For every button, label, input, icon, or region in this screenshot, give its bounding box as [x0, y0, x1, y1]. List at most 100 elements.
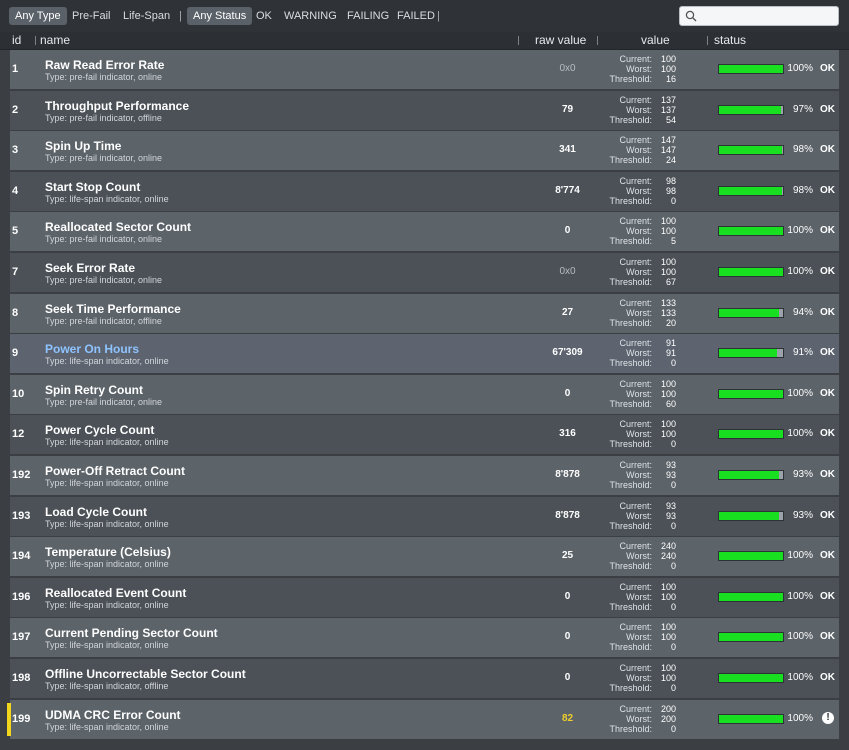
attribute-name: Power On Hours [45, 342, 140, 357]
threshold-label: Threshold: [609, 195, 652, 206]
filter-failed-button[interactable]: FAILED [391, 7, 441, 25]
health-bar [718, 388, 784, 399]
health-bar [718, 104, 784, 115]
table-row[interactable]: 193 Load Cycle Count Type: life-span indic… [10, 496, 839, 536]
attribute-name: Reallocated Event Count [45, 585, 187, 600]
health-percent: 100% [787, 712, 813, 724]
health-bar-fill [719, 511, 779, 520]
worst-value: 100 [660, 673, 676, 683]
threshold-label: Threshold: [609, 561, 652, 572]
column-divider[interactable] [707, 36, 708, 45]
filter-failing-button[interactable]: FAILING [341, 7, 395, 25]
current-value: 91 [665, 338, 676, 349]
attribute-name: Power-Off Retract Count [45, 464, 186, 478]
search-input[interactable] [700, 7, 832, 25]
threshold-label: Threshold: [609, 155, 652, 166]
table-row[interactable]: 197 Current Pending Sector Count Type: lif… [10, 618, 839, 658]
health-bar-fill [719, 714, 783, 723]
table-row[interactable]: 1 Raw Read Error Rate Type: pre-fail indic… [10, 50, 839, 89]
filter-pre-fail-button[interactable]: Pre-Fail [66, 7, 117, 25]
threshold-value: 67 [665, 277, 676, 287]
current-label: Current: [619, 175, 652, 186]
table-row[interactable]: 2 Throughput Performance Type: pre-fail in… [10, 90, 839, 130]
current-label: Current: [619, 257, 652, 267]
health-bar-fill [719, 308, 780, 317]
threshold-value: 0 [670, 439, 676, 450]
table-row[interactable]: 10 Spin Retry Count Type: pre-fail indicat… [10, 374, 839, 414]
column-header-value[interactable]: value [641, 32, 670, 49]
health-bar [718, 307, 784, 318]
attribute-id: 194 [12, 550, 31, 563]
raw-value: 0 [564, 631, 571, 643]
current-value: 133 [660, 297, 676, 308]
status-label: OK [820, 306, 835, 318]
table-row[interactable]: 192 Power-Off Retract Count Type: life-spa… [10, 456, 839, 495]
health-percent: 100% [787, 590, 813, 602]
raw-value: 8'774 [555, 184, 580, 196]
table-row[interactable]: 4 Start Stop Count Type: life-span indicat… [10, 171, 839, 211]
table-row[interactable]: 5 Reallocated Sector Count Type: pre-fail … [10, 212, 839, 252]
table-row[interactable]: 196 Reallocated Event Count Type: life-spa… [10, 577, 839, 617]
table-row[interactable]: 12 Power Cycle Count Type: life-span indic… [10, 415, 839, 455]
filter-bar: Any Type Pre-Fail Life-Span | Any Status… [0, 0, 849, 32]
health-bar-fill [719, 552, 783, 561]
column-header-name[interactable]: name [40, 32, 70, 49]
attribute-type: Type: pre-fail indicator, online [45, 275, 163, 285]
table-row[interactable]: 8 Seek Time Performance Type: pre-fail ind… [10, 293, 839, 333]
health-percent: 98% [792, 184, 813, 196]
threshold-label: Threshold: [609, 601, 652, 612]
current-label: Current: [619, 378, 652, 389]
attribute-id: 12 [12, 428, 25, 441]
health-bar-fill [719, 674, 783, 682]
raw-value: 0 [564, 225, 571, 237]
current-value: 100 [660, 622, 676, 633]
column-header-status[interactable]: status [714, 32, 746, 49]
column-divider[interactable] [597, 36, 598, 45]
status-label: OK [820, 469, 835, 480]
health-percent: 100% [787, 672, 813, 683]
table-row[interactable]: 194 Temperature (Celsius) Type: life-span … [10, 537, 839, 577]
table-row[interactable]: 199 UDMA CRC Error Count Type: life-span i… [7, 699, 839, 739]
threshold-value: 54 [665, 114, 676, 125]
filter-any-type-button[interactable]: Any Type [9, 7, 67, 25]
attribute-type: Type: pre-fail indicator, offline [45, 315, 162, 326]
attribute-name: Reallocated Sector Count [45, 220, 192, 235]
worst-value: 98 [665, 185, 676, 196]
column-divider[interactable] [518, 36, 519, 45]
table-row[interactable]: 7 Seek Error Rate Type: pre-fail indicator… [10, 253, 839, 292]
health-percent: 93% [792, 469, 813, 480]
threshold-value: 16 [665, 74, 676, 84]
health-percent: 94% [792, 306, 813, 318]
table-row[interactable]: 9 Power On Hours Type: life-span indicator… [10, 334, 839, 374]
attribute-id: 9 [12, 347, 19, 360]
raw-value: 0 [564, 672, 571, 683]
health-bar [718, 510, 784, 521]
threshold-label: Threshold: [609, 317, 652, 328]
table-row[interactable]: 3 Spin Up Time Type: pre-fail indicator, o… [10, 131, 839, 171]
current-label: Current: [619, 500, 652, 511]
search-box[interactable] [679, 6, 839, 26]
filter-ok-button[interactable]: OK [250, 7, 278, 25]
status-label: OK [820, 103, 835, 115]
health-bar [718, 632, 784, 643]
column-header-id[interactable]: id [12, 32, 21, 49]
table-row[interactable]: 198 Offline Uncorrectable Sector Count Typ… [10, 659, 839, 698]
status-label: OK [820, 672, 835, 683]
search-icon [685, 10, 697, 22]
worst-value: 133 [660, 307, 676, 318]
filter-life-span-button[interactable]: Life-Span [117, 7, 176, 25]
status-label: OK [820, 225, 835, 237]
filter-warning-button[interactable]: WARNING [278, 7, 343, 25]
status-label: OK [820, 509, 835, 521]
column-divider[interactable] [35, 36, 36, 45]
status-label: OK [820, 144, 835, 156]
health-percent: 100% [787, 225, 813, 237]
threshold-value: 0 [670, 520, 676, 531]
attribute-name: Start Stop Count [45, 179, 141, 194]
current-value: 100 [660, 216, 676, 227]
filter-any-status-button[interactable]: Any Status [187, 7, 253, 25]
current-label: Current: [619, 703, 652, 714]
column-header-raw-value[interactable]: raw value [535, 32, 586, 49]
status-label: OK [820, 184, 835, 196]
current-value: 137 [660, 94, 676, 105]
